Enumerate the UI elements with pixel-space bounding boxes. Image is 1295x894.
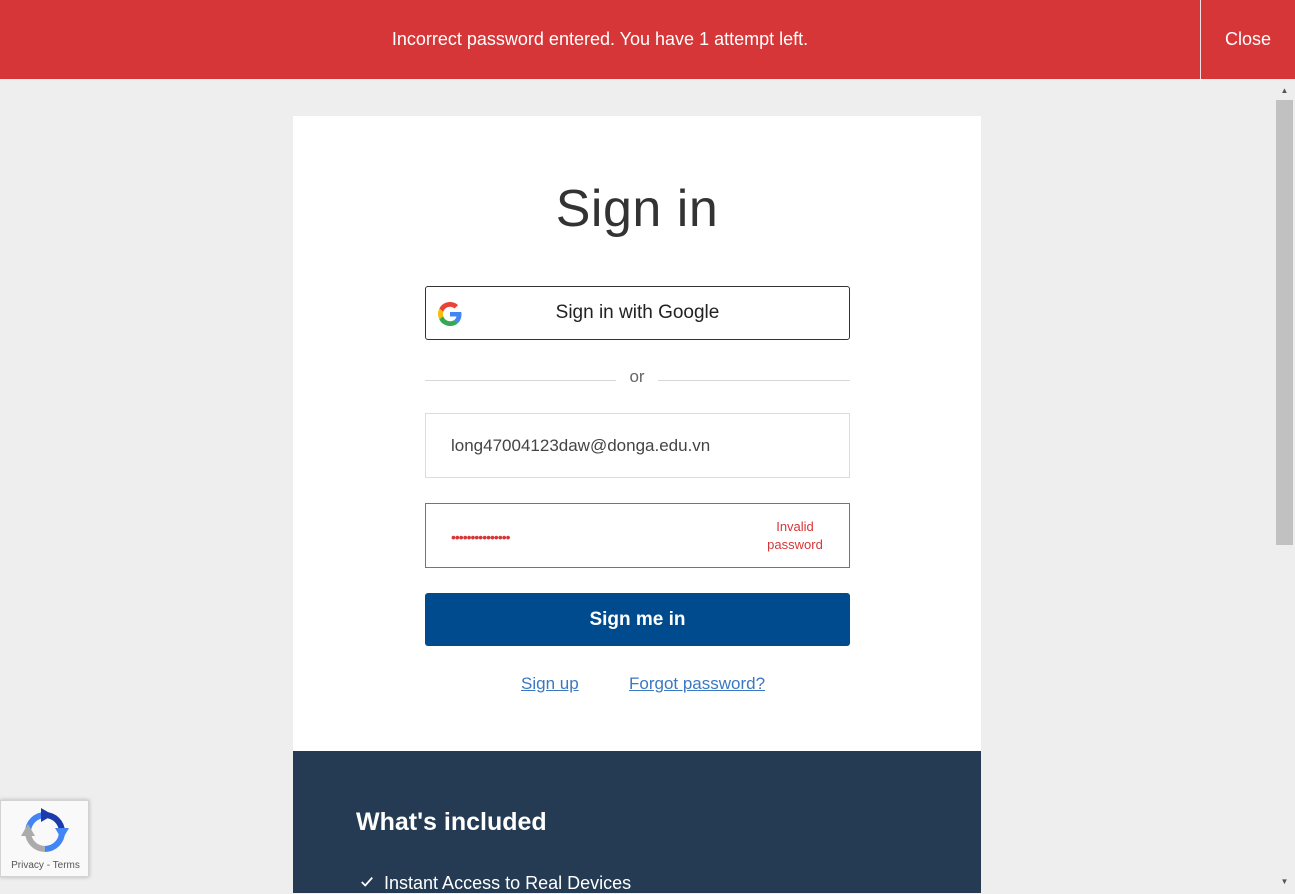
- recaptcha-terms-link[interactable]: Terms: [53, 860, 80, 871]
- error-alert-banner: Incorrect password entered. You have 1 a…: [0, 0, 1295, 79]
- whats-included-panel: What's included Instant Access to Real D…: [293, 751, 981, 893]
- scrollbar[interactable]: ▲ ▼: [1274, 79, 1295, 893]
- google-button-label: Sign in with Google: [555, 302, 720, 323]
- password-error: Invalid password: [767, 519, 823, 552]
- email-field[interactable]: long47004123daw@donga.edu.vn: [425, 413, 850, 478]
- password-masked-value: •••••••••••••••: [451, 529, 511, 545]
- divider-or: or: [629, 367, 645, 386]
- page-title: Sign in: [555, 180, 719, 238]
- sign-me-in-button[interactable]: Sign me in: [425, 593, 850, 646]
- alert-close-button[interactable]: Close: [1201, 0, 1295, 79]
- check-icon: [361, 877, 373, 887]
- divider-line-left: [425, 380, 616, 381]
- alert-message: Incorrect password entered. You have 1 a…: [391, 29, 809, 49]
- email-value: long47004123daw@donga.edu.vn: [451, 436, 711, 455]
- divider-line-right: [658, 380, 850, 381]
- recaptcha-links: Privacy - Terms: [1, 860, 90, 871]
- forgot-password-link[interactable]: Forgot password?: [629, 674, 765, 694]
- included-title: What's included: [356, 808, 547, 836]
- recaptcha-icon: [21, 808, 69, 852]
- google-sign-in-button[interactable]: Sign in with Google: [425, 286, 850, 340]
- scroll-up-arrow-icon[interactable]: ▲: [1274, 83, 1295, 99]
- scrollbar-thumb[interactable]: [1276, 100, 1293, 545]
- scroll-down-arrow-icon[interactable]: ▼: [1274, 874, 1295, 890]
- recaptcha-badge[interactable]: Privacy - Terms: [0, 800, 89, 877]
- included-item: Instant Access to Real Devices: [359, 873, 631, 894]
- included-item-label: Instant Access to Real Devices: [384, 873, 632, 893]
- recaptcha-privacy-link[interactable]: Privacy: [11, 860, 44, 871]
- password-field[interactable]: ••••••••••••••• Invalid password: [425, 503, 850, 568]
- sign-up-link[interactable]: Sign up: [521, 674, 579, 694]
- recaptcha-separator: -: [46, 860, 51, 871]
